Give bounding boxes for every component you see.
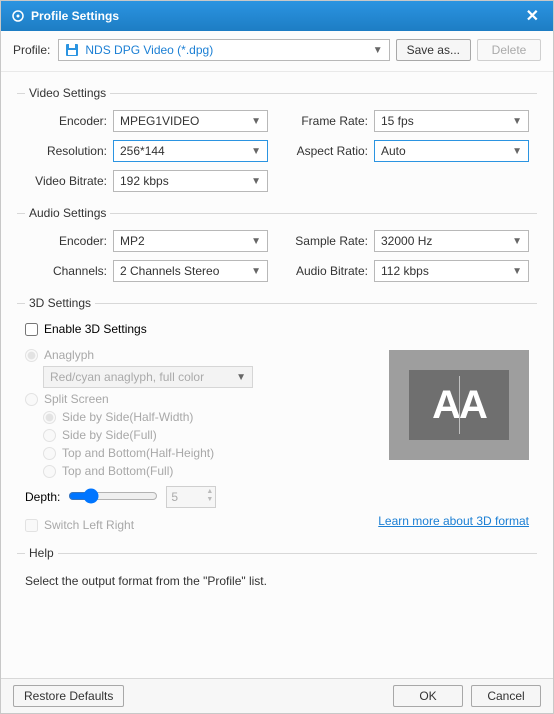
split-screen-radio [25, 393, 38, 406]
content-area: Profile: NDS DPG Video (*.dpg) ▼ Save as… [1, 31, 553, 678]
profile-label: Profile: [13, 43, 50, 57]
audio-bitrate-select[interactable]: 112 kbps▼ [374, 260, 529, 282]
profile-value: NDS DPG Video (*.dpg) [85, 43, 213, 57]
framerate-label: Frame Rate: [286, 114, 368, 128]
audio-legend: Audio Settings [25, 206, 110, 220]
audio-settings-group: Audio Settings Encoder: MP2▼ Sample Rate… [17, 206, 537, 290]
sbs-half-label: Side by Side(Half-Width) [62, 410, 193, 424]
depth-spinner: 5 ▲▼ [166, 486, 216, 508]
video-bitrate-select[interactable]: 192 kbps▼ [113, 170, 268, 192]
profile-select[interactable]: NDS DPG Video (*.dpg) ▼ [58, 39, 389, 61]
samplerate-label: Sample Rate: [286, 234, 368, 248]
split-label: Split Screen [44, 392, 109, 406]
depth-label: Depth: [25, 490, 60, 504]
sbs-full-radio [43, 429, 56, 442]
learn-more-link[interactable]: Learn more about 3D format [378, 514, 529, 532]
tb-full-radio [43, 465, 56, 478]
video-legend: Video Settings [25, 86, 110, 100]
sbs-full-label: Side by Side(Full) [62, 428, 157, 442]
switch-lr-label: Switch Left Right [44, 518, 134, 532]
close-icon[interactable]: ✕ [522, 6, 543, 26]
delete-button: Delete [477, 39, 541, 61]
enable-3d-checkbox[interactable] [25, 323, 38, 336]
chevron-down-icon: ▼ [251, 176, 261, 187]
tb-half-label: Top and Bottom(Half-Height) [62, 446, 214, 460]
video-bitrate-label: Video Bitrate: [25, 174, 107, 188]
chevron-down-icon: ▼ [251, 116, 261, 127]
anaglyph-radio [25, 349, 38, 362]
aspect-label: Aspect Ratio: [286, 144, 368, 158]
channels-select[interactable]: 2 Channels Stereo▼ [113, 260, 268, 282]
video-encoder-label: Encoder: [25, 114, 107, 128]
app-icon [11, 9, 25, 23]
resolution-label: Resolution: [25, 144, 107, 158]
channels-label: Channels: [25, 264, 107, 278]
help-group: Help Select the output format from the "… [17, 546, 537, 596]
3d-preview: AA [389, 350, 529, 460]
tb-full-label: Top and Bottom(Full) [62, 464, 173, 478]
chevron-down-icon: ▼ [512, 236, 522, 247]
chevron-down-icon: ▼ [251, 146, 261, 157]
audio-encoder-label: Encoder: [25, 234, 107, 248]
profile-bar: Profile: NDS DPG Video (*.dpg) ▼ Save as… [1, 31, 553, 72]
3d-legend: 3D Settings [25, 296, 95, 310]
video-settings-group: Video Settings Encoder: MPEG1VIDEO▼ Fram… [17, 86, 537, 200]
video-encoder-select[interactable]: MPEG1VIDEO▼ [113, 110, 268, 132]
preview-text: AA [409, 370, 509, 440]
tb-half-radio [43, 447, 56, 460]
anaglyph-mode-select: Red/cyan anaglyph, full color▼ [43, 366, 253, 388]
depth-slider[interactable] [68, 488, 158, 504]
chevron-down-icon: ▼ [373, 45, 383, 56]
help-legend: Help [25, 546, 58, 560]
restore-defaults-button[interactable]: Restore Defaults [13, 685, 124, 707]
switch-lr-checkbox [25, 519, 38, 532]
chevron-down-icon: ▼ [512, 116, 522, 127]
cancel-button[interactable]: Cancel [471, 685, 541, 707]
save-as-button[interactable]: Save as... [396, 39, 471, 61]
resolution-select[interactable]: 256*144▼ [113, 140, 268, 162]
help-text: Select the output format from the "Profi… [25, 574, 529, 588]
spinner-arrows-icon: ▲▼ [206, 488, 213, 504]
ok-button[interactable]: OK [393, 685, 463, 707]
framerate-select[interactable]: 15 fps▼ [374, 110, 529, 132]
anaglyph-label: Anaglyph [44, 348, 94, 362]
footer: Restore Defaults OK Cancel [1, 678, 553, 713]
disk-icon [65, 43, 79, 57]
samplerate-select[interactable]: 32000 Hz▼ [374, 230, 529, 252]
chevron-down-icon: ▼ [236, 372, 246, 383]
audio-bitrate-label: Audio Bitrate: [286, 264, 368, 278]
chevron-down-icon: ▼ [251, 266, 261, 277]
window-title: Profile Settings [31, 9, 119, 23]
chevron-down-icon: ▼ [251, 236, 261, 247]
audio-encoder-select[interactable]: MP2▼ [113, 230, 268, 252]
titlebar: Profile Settings ✕ [1, 1, 553, 31]
chevron-down-icon: ▼ [512, 266, 522, 277]
sbs-half-radio [43, 411, 56, 424]
aspect-select[interactable]: Auto▼ [374, 140, 529, 162]
3d-settings-group: 3D Settings Enable 3D Settings Anaglyph … [17, 296, 537, 540]
chevron-down-icon: ▼ [512, 146, 522, 157]
enable-3d-label: Enable 3D Settings [44, 322, 147, 336]
